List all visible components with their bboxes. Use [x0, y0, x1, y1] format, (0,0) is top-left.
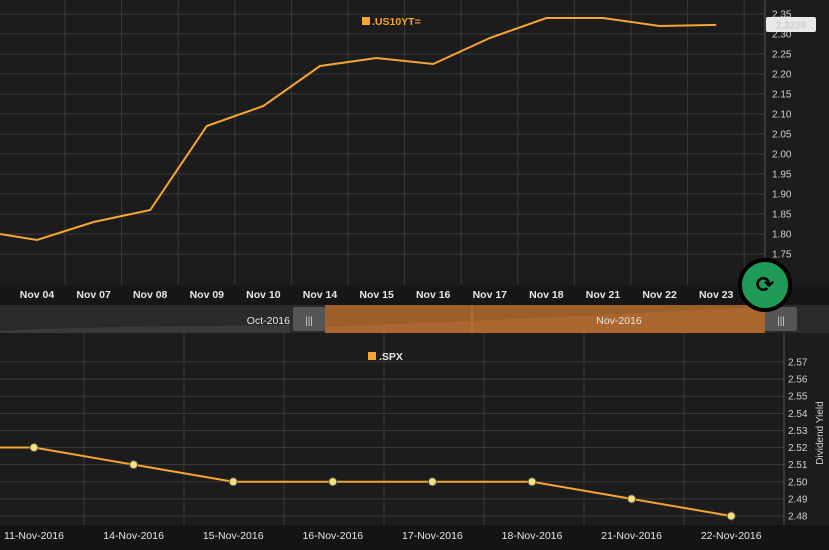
y-tick-label: 1.80: [772, 230, 792, 241]
data-point-marker[interactable]: [627, 494, 637, 504]
y-tick-label: 1.75: [772, 250, 792, 261]
plot-background: [0, 333, 829, 550]
y-tick-label: 2.57: [788, 358, 808, 369]
data-point-marker[interactable]: [328, 477, 338, 487]
x-tick-label: 17-Nov-2016: [402, 530, 463, 542]
legend-label: .SPX: [379, 351, 403, 363]
y-tick-label: 2.05: [772, 130, 792, 141]
us10yt-chart[interactable]: 1.75 1.80 1.85 1.90 1.95 2.00 2.05 2.10 2.15 2.20…: [0, 0, 829, 305]
x-tick-label: 22-Nov-2016: [701, 530, 762, 542]
x-tick-label: 16-Nov-2016: [302, 530, 363, 542]
legend-label: .US10YT=: [372, 16, 421, 28]
time-navigator[interactable]: Oct-2016 Nov-2016 ||| |||: [0, 305, 829, 333]
data-point-marker[interactable]: [29, 443, 39, 453]
y-tick-label: 2.20: [772, 70, 792, 81]
spx-dividend-chart[interactable]: 2.48 2.49 2.50 2.51 2.52 2.53 2.54 2.55 2.56 2.57…: [0, 333, 829, 550]
y-tick-label: 2.25: [772, 50, 792, 61]
x-tick-label: 11-Nov-2016: [4, 530, 64, 542]
y-tick-label: 2.50: [788, 477, 808, 488]
data-point-marker[interactable]: [726, 511, 736, 521]
x-tick-label: Nov 23: [699, 289, 734, 301]
y-tick-label: 2.55: [788, 392, 808, 403]
refresh-icon: ⟳: [755, 272, 775, 297]
x-tick-label: Nov 04: [20, 289, 55, 301]
x-tick-label: Nov 21: [586, 289, 621, 301]
grip-icon: |||: [777, 316, 785, 327]
y-tick-label: 2.51: [788, 460, 808, 471]
y-tick-label: 1.90: [772, 190, 792, 201]
y-tick-label: 2.49: [788, 494, 808, 505]
x-tick-label: Nov 15: [359, 289, 394, 301]
y-tick-label: 2.15: [772, 90, 792, 101]
y-tick-label: 2.10: [772, 110, 792, 121]
x-tick-label: Nov 09: [190, 289, 225, 301]
navigator-left-label: Oct-2016: [247, 315, 290, 327]
y-tick-label: 2.56: [788, 375, 808, 386]
legend-swatch: [368, 352, 376, 360]
refresh-button[interactable]: ⟳: [738, 258, 792, 312]
y-tick-label: 2.53: [788, 426, 808, 437]
y-axis-title: Dividend Yield: [815, 401, 826, 464]
y-tick-label: 2.54: [788, 409, 808, 420]
data-point-marker[interactable]: [228, 477, 238, 487]
grip-icon: |||: [305, 316, 313, 327]
navigator-right-label: Nov-2016: [596, 315, 642, 327]
y-tick-label: 2.48: [788, 512, 808, 523]
x-tick-label: Nov 08: [133, 289, 168, 301]
data-point-marker[interactable]: [129, 460, 139, 470]
x-tick-label: 15-Nov-2016: [203, 530, 264, 542]
plot-background: [0, 0, 829, 305]
x-tick-label: Nov 17: [473, 289, 508, 301]
x-tick-label: Nov 07: [76, 289, 111, 301]
y-tick-label: 1.95: [772, 170, 792, 181]
x-tick-label: 14-Nov-2016: [103, 530, 164, 542]
y-tick-label: 2.00: [772, 150, 792, 161]
legend-swatch: [362, 17, 370, 25]
x-tick-label: 21-Nov-2016: [601, 530, 662, 542]
x-tick-label: Nov 16: [416, 289, 451, 301]
data-point-marker[interactable]: [527, 477, 537, 487]
data-point-marker[interactable]: [427, 477, 437, 487]
x-tick-label: Nov 22: [642, 289, 677, 301]
x-tick-label: Nov 10: [246, 289, 281, 301]
x-tick-label: Nov 18: [529, 289, 564, 301]
y-tick-label: 2.52: [788, 443, 808, 454]
x-tick-label: 18-Nov-2016: [502, 530, 563, 542]
last-value-label: 2.3228: [776, 21, 807, 32]
x-tick-label: Nov 14: [303, 289, 338, 301]
y-tick-label: 1.85: [772, 210, 792, 221]
